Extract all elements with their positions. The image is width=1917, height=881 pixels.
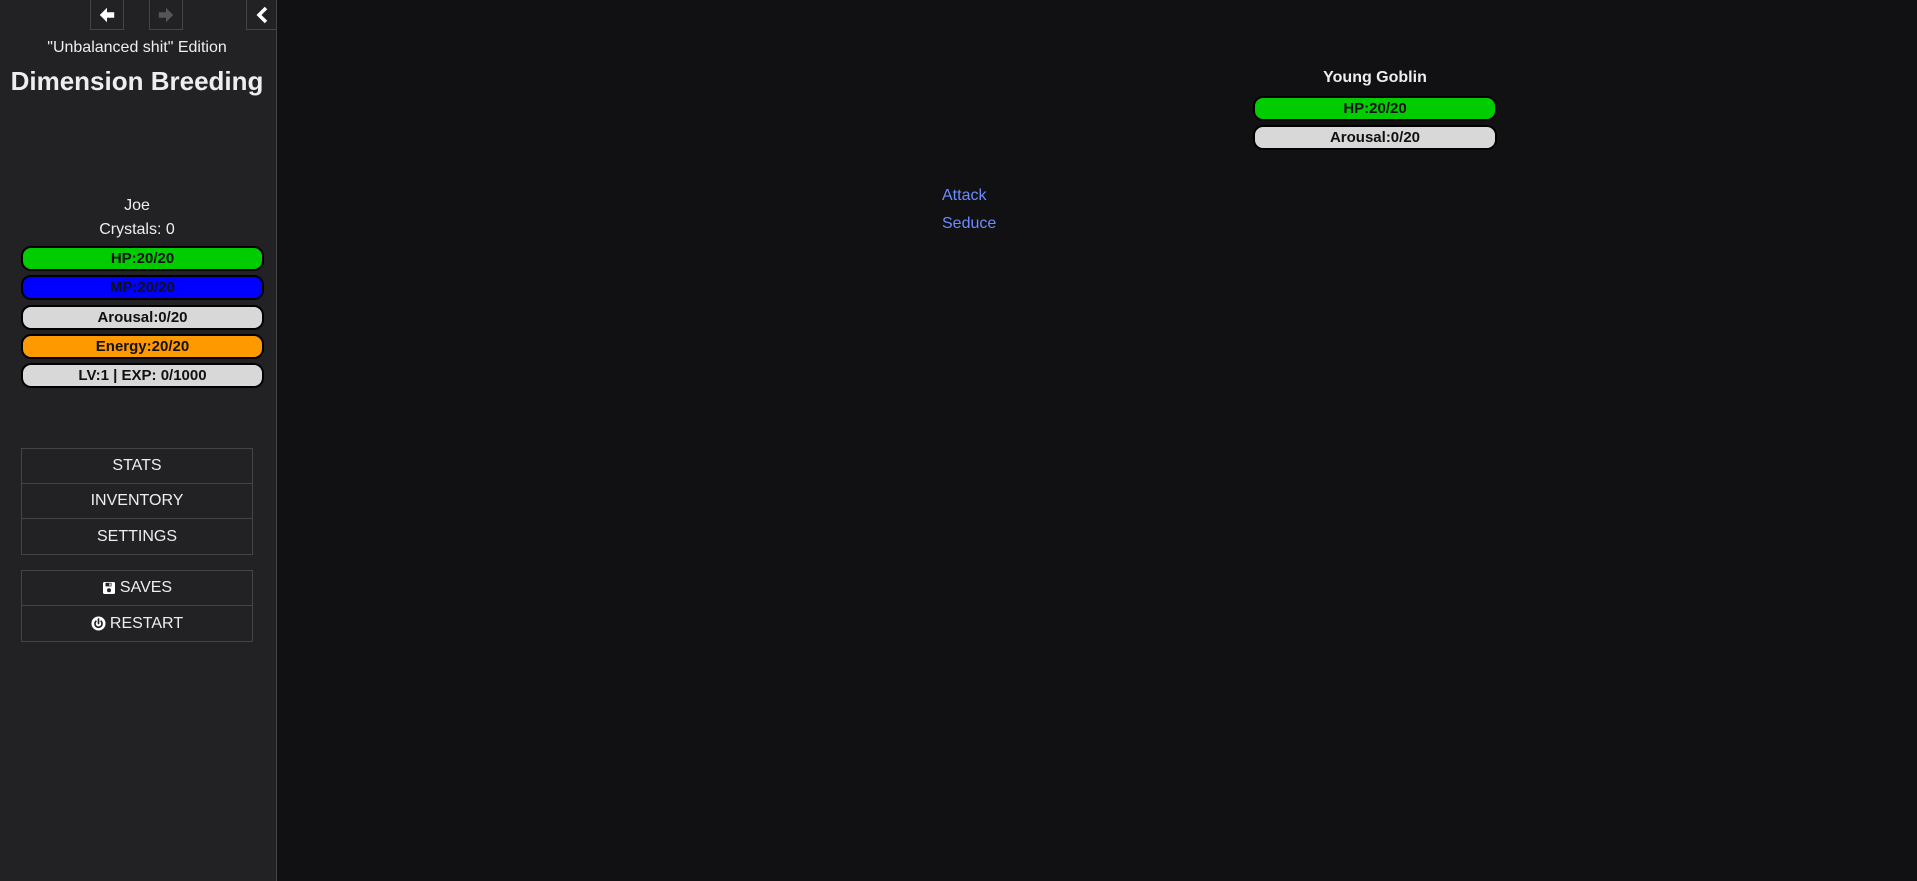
save-menu: SAVES RESTART (21, 570, 253, 642)
floppy-disk-icon (102, 581, 116, 595)
attack-link[interactable]: Attack (942, 187, 986, 205)
menu-item-settings[interactable]: SETTINGS (22, 519, 252, 554)
passage: Young Goblin HP:20/20 Arousal:0/20 Attac… (278, 0, 1917, 881)
enemy-arousal-bar: Arousal:0/20 (1253, 125, 1497, 150)
game-window: "Unbalanced shit" Edition Dimension Bree… (0, 0, 1917, 881)
seduce-link[interactable]: Seduce (942, 215, 996, 233)
restart-label: RESTART (109, 614, 184, 632)
player-energy-bar: Energy:20/20 (21, 334, 264, 359)
story-title: Dimension Breeding (10, 66, 264, 96)
menu-item-stats[interactable]: STATS (22, 449, 252, 484)
arrow-right-icon (158, 7, 174, 22)
saves-label: SAVES (119, 579, 173, 596)
history-forward-button[interactable] (149, 0, 183, 30)
arrow-left-icon (99, 7, 115, 22)
player-mp-bar: MP:20/20 (21, 275, 264, 300)
restart-button[interactable]: RESTART (22, 606, 252, 641)
power-icon (91, 616, 106, 631)
history-back-button[interactable] (90, 0, 124, 30)
sidebar-collapse-button[interactable] (246, 0, 277, 30)
main-menu: STATS INVENTORY SETTINGS (21, 448, 253, 555)
player-hp-bar: HP:20/20 (21, 246, 264, 271)
player-name: Joe (124, 197, 150, 214)
story-subtitle: "Unbalanced shit" Edition (47, 39, 227, 56)
enemy-name: Young Goblin (1323, 69, 1427, 86)
player-crystals: Crystals: 0 (99, 221, 175, 238)
player-level-bar: LV:1 | EXP: 0/1000 (21, 363, 264, 388)
menu-item-inventory[interactable]: INVENTORY (22, 484, 252, 519)
saves-button[interactable]: SAVES (22, 571, 252, 606)
sidebar: "Unbalanced shit" Edition Dimension Bree… (0, 0, 277, 881)
enemy-hp-bar: HP:20/20 (1253, 96, 1497, 121)
chevron-left-icon (256, 6, 267, 23)
player-arousal-bar: Arousal:0/20 (21, 305, 264, 330)
